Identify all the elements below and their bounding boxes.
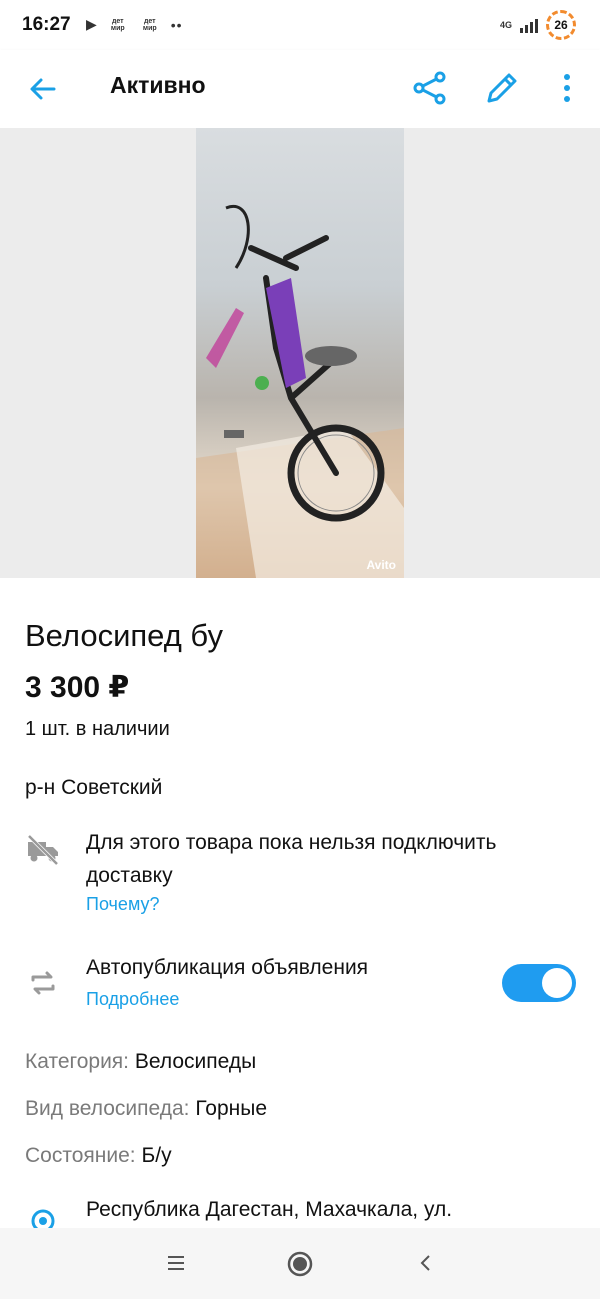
- param-value: Б/у: [141, 1144, 172, 1167]
- param-condition: Состояние: Б/у: [25, 1144, 172, 1168]
- autopublish-label: Автопубликация объявления: [86, 956, 369, 979]
- param-value: Горные: [195, 1097, 268, 1120]
- home-icon[interactable]: [286, 1250, 314, 1278]
- detmir-notification-icon: дет мир: [110, 17, 125, 32]
- param-category: Категория: Велосипеды: [25, 1050, 256, 1074]
- param-key: Состояние:: [25, 1144, 136, 1167]
- address-text[interactable]: Республика Дагестан, Махачкала, ул.: [86, 1198, 452, 1222]
- battery-level: 26: [554, 18, 568, 32]
- status-time: 16:27: [22, 14, 71, 35]
- signal-icon: [520, 17, 538, 33]
- share-icon[interactable]: [410, 68, 450, 108]
- autopublish-toggle[interactable]: [502, 964, 576, 1002]
- system-nav-bar: [0, 1228, 600, 1299]
- stock-info: 1 шт. в наличии: [25, 718, 170, 740]
- status-indicators: 4G 26: [500, 10, 576, 40]
- autopublish-more-link[interactable]: Подробнее: [86, 989, 179, 1010]
- toggle-knob: [542, 968, 572, 998]
- edit-pencil-icon[interactable]: [482, 68, 522, 108]
- page-title: Активно: [110, 72, 206, 98]
- avito-watermark: Avito: [366, 558, 396, 572]
- listing-price: 3 300 ₽: [25, 671, 130, 704]
- param-key: Вид велосипеда:: [25, 1097, 190, 1120]
- battery-indicator: 26: [546, 10, 576, 40]
- listing-title: Велосипед бу: [25, 618, 224, 653]
- back-icon[interactable]: [416, 1252, 436, 1274]
- photo-gallery[interactable]: Avito: [0, 128, 600, 578]
- network-type: 4G: [499, 20, 512, 30]
- detmir-notification-icon-2: дет мир: [142, 17, 157, 32]
- param-bike-type: Вид велосипеда: Горные: [25, 1097, 267, 1121]
- listing-photo[interactable]: Avito: [196, 128, 404, 578]
- no-delivery-truck-icon: [27, 834, 59, 866]
- district: р-н Советский: [25, 776, 163, 799]
- more-vert-icon[interactable]: [552, 68, 582, 108]
- play-notification-icon: ▶: [86, 16, 97, 32]
- bicycle-photo-illustration: [196, 204, 404, 578]
- repeat-icon: [31, 971, 55, 995]
- back-arrow-icon[interactable]: [26, 72, 60, 106]
- recents-icon[interactable]: [164, 1252, 188, 1274]
- delivery-unavailable-text: Для этого товара пока нельзя подключить …: [86, 831, 497, 887]
- app-bar: Активно: [0, 50, 600, 128]
- param-key: Категория:: [25, 1050, 130, 1073]
- why-link[interactable]: Почему?: [86, 894, 160, 915]
- status-bar: 16:27 ▶ дет мир дет мир •• 4G 26: [0, 0, 600, 50]
- param-value: Велосипеды: [134, 1050, 257, 1073]
- status-notifications: ▶ дет мир дет мир ••: [86, 16, 183, 33]
- more-notifications-icon: ••: [170, 16, 183, 33]
